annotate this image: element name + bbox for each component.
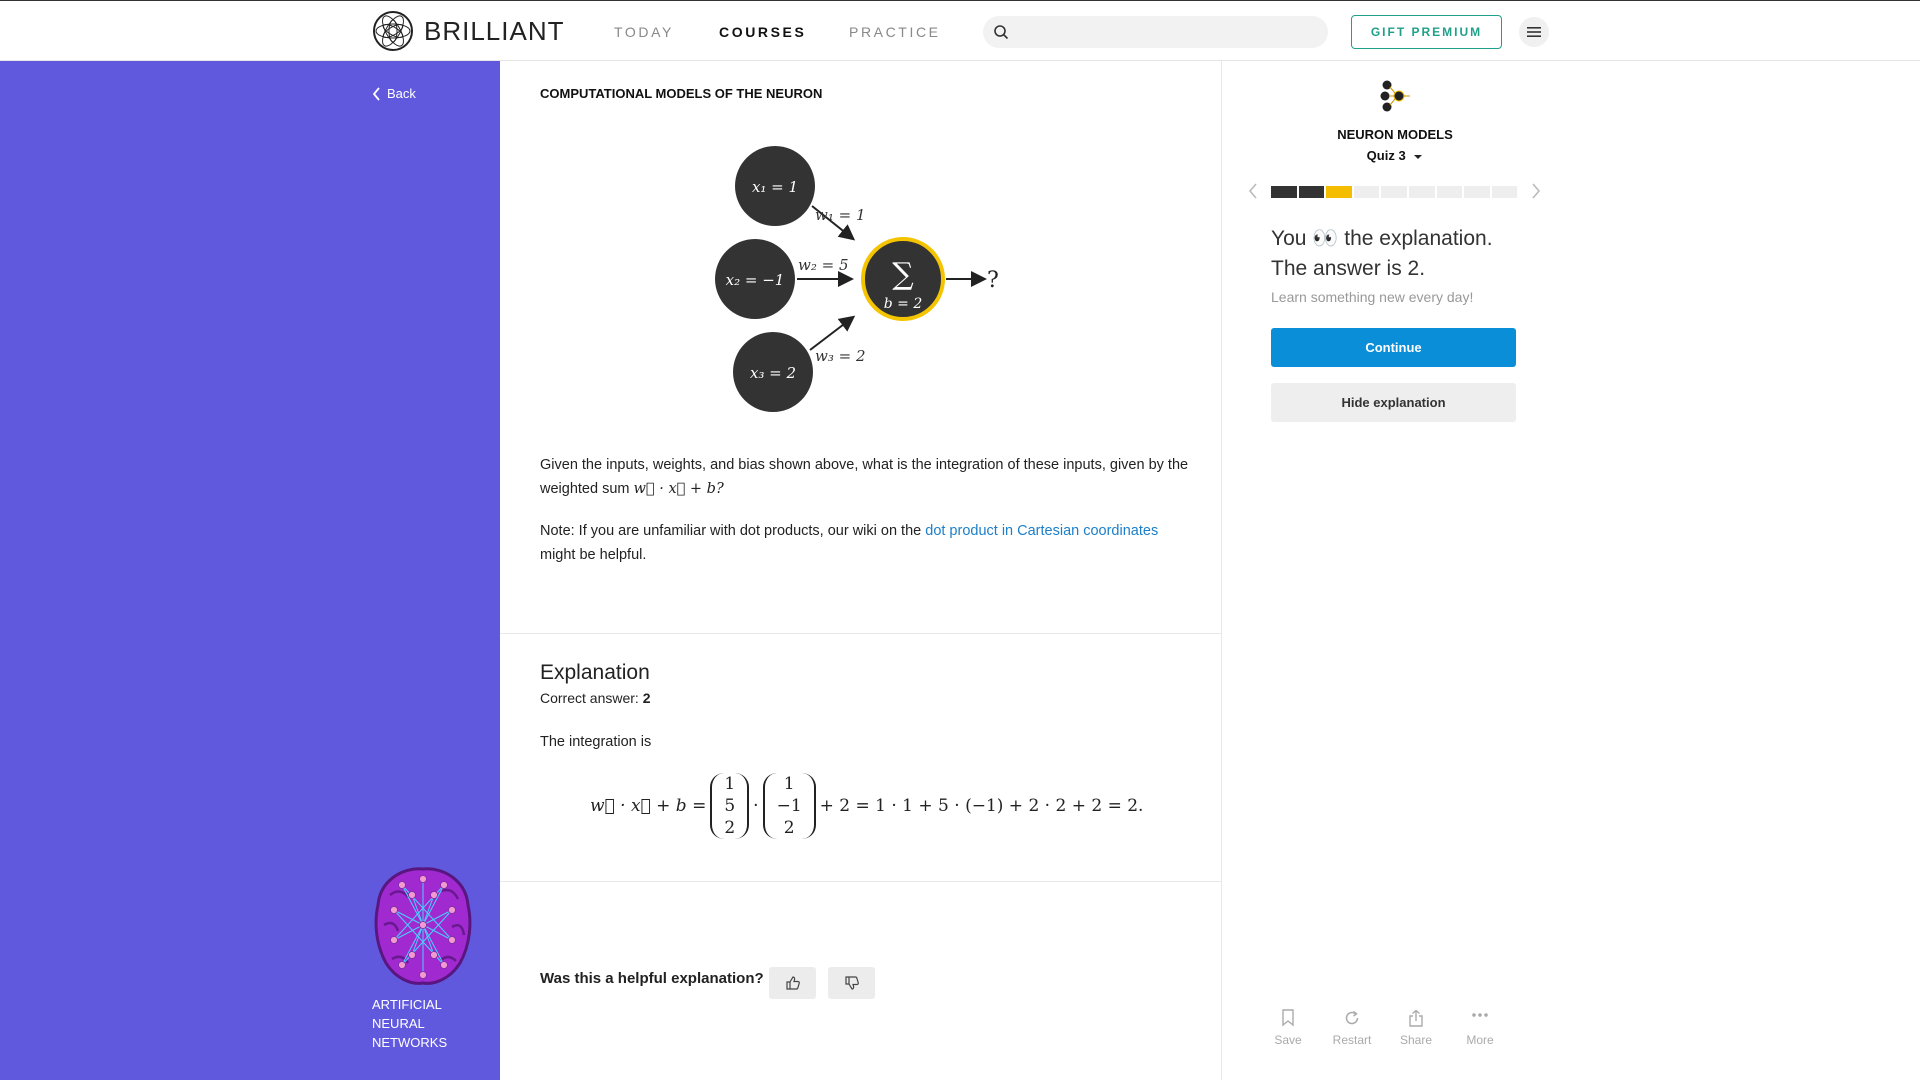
vector-entry: 1	[724, 774, 736, 794]
vector-entry: 5	[724, 796, 736, 816]
back-label: Back	[387, 86, 416, 101]
input-vector: 1 −1 2	[762, 773, 816, 839]
nav-practice[interactable]: PRACTICE	[849, 24, 941, 40]
dot-product-wiki-link[interactable]: dot product in Cartesian coordinates	[925, 523, 1158, 539]
share-icon	[1409, 1009, 1423, 1027]
input-label-1: x₁ = 1	[752, 178, 798, 196]
restart-icon	[1345, 1010, 1359, 1025]
hide-explanation-button[interactable]: Hide explanation	[1271, 383, 1516, 422]
hamburger-icon	[1527, 27, 1541, 37]
equation-lhs: w⃗ · x⃗ + b =	[590, 796, 707, 816]
progress-segment-8[interactable]	[1464, 186, 1490, 198]
neural-brain-icon[interactable]	[372, 865, 474, 987]
quiz-progress-bar	[1271, 186, 1518, 198]
caret-down-icon	[1414, 154, 1423, 159]
problem-content: COMPUTATIONAL MODELS OF THE NEURON x₁ = …	[500, 61, 1222, 1080]
thumbs-down-icon	[844, 976, 859, 990]
restart-action[interactable]: Restart	[1327, 1009, 1377, 1047]
correct-answer-label: Correct answer:	[540, 690, 639, 706]
weight-label-1: w₁ = 1	[815, 206, 866, 224]
more-action[interactable]: More	[1455, 1009, 1505, 1047]
thumbs-down-button[interactable]	[828, 967, 875, 999]
progress-segment-2[interactable]	[1298, 186, 1325, 198]
search-icon	[994, 25, 1009, 40]
result-line-1: You 👀 the explanation.	[1271, 227, 1493, 250]
restart-label: Restart	[1332, 1033, 1372, 1047]
thumbs-up-button[interactable]	[769, 967, 816, 999]
output-label: ?	[987, 268, 999, 293]
chevron-right-icon[interactable]	[1528, 181, 1544, 201]
thumbs-up-icon	[785, 976, 800, 990]
quiz-panel: NEURON MODELS Quiz 3 You 👀 the explanati…	[1222, 61, 1920, 1080]
logo-text: BRILLIANT	[424, 15, 565, 46]
result-message: You 👀 the explanation. The answer is 2.	[1271, 224, 1531, 284]
progress-segment-1[interactable]	[1271, 186, 1297, 198]
gift-premium-button[interactable]: GIFT PREMIUM	[1351, 15, 1502, 49]
quiz-topic: NEURON MODELS	[1337, 127, 1453, 142]
more-label: More	[1466, 1033, 1494, 1047]
more-dots-icon	[1472, 1013, 1488, 1017]
note-text: Note: If you are unfamiliar with dot pro…	[540, 519, 1190, 567]
correct-answer-value: 2	[642, 690, 651, 706]
weight-label-3: w₃ = 2	[815, 347, 866, 365]
neuron-diagram: x₁ = 1 x₂ = −1 x₃ = 2 w₁ = 1 w₂ = 5 w₃ =…	[715, 146, 999, 412]
brilliant-logo[interactable]: BRILLIANT	[372, 10, 565, 52]
question-text: Given the inputs, weights, and bias show…	[540, 453, 1190, 501]
vector-entry: 1	[783, 774, 795, 794]
section-title: COMPUTATIONAL MODELS OF THE NEURON	[540, 86, 823, 101]
brilliant-logo-icon	[373, 11, 413, 51]
question-math: w⃗ · x⃗ + b?	[633, 481, 724, 497]
progress-segment-5[interactable]	[1381, 186, 1407, 198]
save-action[interactable]: Save	[1263, 1009, 1313, 1047]
bias-label: b = 2	[884, 296, 923, 312]
course-name[interactable]: ARTIFICIAL NEURAL NETWORKS	[372, 995, 492, 1052]
explanation-divider	[500, 633, 1222, 634]
feedback-question: Was this a helpful explanation?	[540, 970, 764, 987]
search-input[interactable]	[983, 16, 1328, 48]
continue-button[interactable]: Continue	[1271, 328, 1516, 367]
explanation-equation: w⃗ · x⃗ + b = 1 5 2 · 1 −1 2 + 2 = 1 · 1…	[590, 771, 1143, 841]
weight-vector: 1 5 2	[710, 773, 750, 839]
quiz-selector[interactable]: Quiz 3	[1222, 148, 1568, 163]
note-suffix: might be helpful.	[540, 547, 647, 563]
share-label: Share	[1399, 1033, 1433, 1047]
back-link[interactable]: Back	[372, 86, 416, 101]
equation-rhs: + 2 = 1 · 1 + 5 · (−1) + 2 · 2 + 2 = 2.	[819, 796, 1144, 816]
neuron-models-icon	[1380, 80, 1410, 112]
progress-segment-6[interactable]	[1408, 186, 1435, 198]
vector-entry: 2	[724, 818, 736, 838]
tagline: Learn something new every day!	[1271, 289, 1474, 305]
input-label-3: x₃ = 2	[750, 364, 796, 382]
progress-segment-9[interactable]	[1491, 186, 1518, 198]
feedback-divider	[500, 881, 1222, 882]
explanation-intro: The integration is	[540, 734, 652, 750]
share-action[interactable]: Share	[1391, 1009, 1441, 1047]
progress-segment-4[interactable]	[1353, 186, 1380, 198]
result-line-2: The answer is 2.	[1271, 257, 1426, 280]
chevron-left-icon	[372, 86, 380, 101]
bookmark-icon	[1282, 1009, 1294, 1027]
progress-segment-7[interactable]	[1436, 186, 1463, 198]
vector-entry: 2	[783, 818, 795, 838]
hamburger-menu-button[interactable]	[1519, 17, 1549, 47]
chevron-left-icon[interactable]	[1245, 181, 1261, 201]
quiz-label: Quiz 3	[1366, 148, 1406, 163]
edge-3	[809, 315, 856, 351]
input-label-2: x₂ = −1	[726, 271, 785, 289]
top-navbar: BRILLIANT TODAY COURSES PRACTICE GIFT PR…	[0, 0, 1920, 61]
vector-entry: −1	[776, 796, 802, 816]
nav-today[interactable]: TODAY	[614, 24, 674, 40]
progress-segment-3[interactable]	[1326, 186, 1352, 198]
save-label: Save	[1274, 1033, 1302, 1047]
equation-dot: ·	[753, 796, 759, 816]
correct-answer: Correct answer: 2	[540, 690, 651, 706]
weight-label-2: w₂ = 5	[798, 256, 849, 274]
explanation-title: Explanation	[540, 661, 650, 684]
note-prefix: Note: If you are unfamiliar with dot pro…	[540, 523, 922, 539]
sum-symbol: ∑	[892, 257, 914, 292]
nav-courses[interactable]: COURSES	[719, 24, 806, 40]
